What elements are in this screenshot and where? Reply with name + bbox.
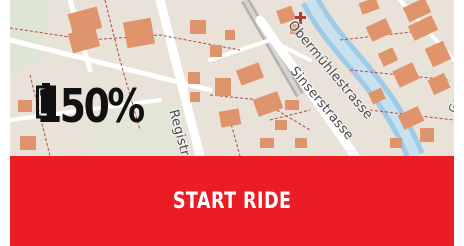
battery-readout: 150% bbox=[36, 83, 166, 129]
map-view[interactable]: Registrasse Obermühlestrasse Sinserstras… bbox=[10, 0, 454, 156]
start-ride-button[interactable]: START RIDE bbox=[10, 156, 454, 246]
start-ride-label: START RIDE bbox=[172, 188, 292, 214]
ride-screen: Registrasse Obermühlestrasse Sinserstras… bbox=[10, 0, 454, 246]
battery-percentage: 150% bbox=[36, 79, 145, 133]
